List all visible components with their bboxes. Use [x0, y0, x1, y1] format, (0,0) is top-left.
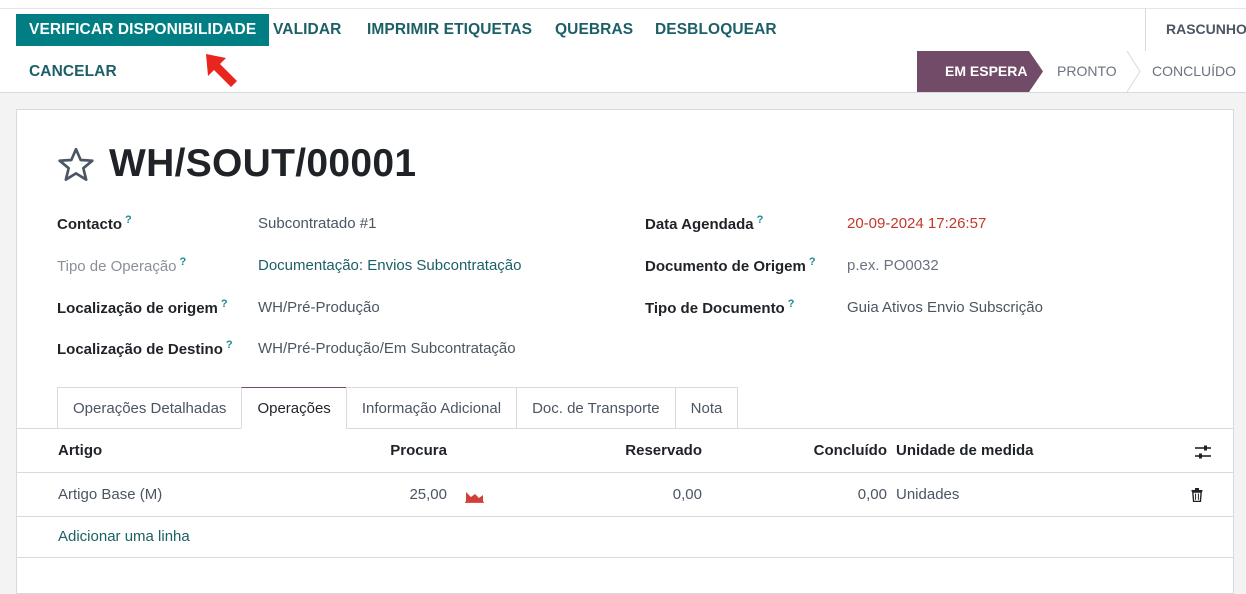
cell-reserved[interactable]: 0,00 [562, 486, 702, 503]
help-icon[interactable]: ? [221, 298, 228, 310]
field-label-contact: Contacto? [57, 214, 132, 233]
scrap-button[interactable]: QUEBRAS [555, 14, 633, 46]
field-value-operation-type[interactable]: Documentação: Envios Subcontratação [258, 257, 522, 274]
record-title: WH/SOUT/00001 [109, 142, 417, 185]
tab-note[interactable]: Nota [674, 387, 739, 429]
unlock-button[interactable]: DESBLOQUEAR [655, 14, 777, 46]
divider [0, 8, 1246, 9]
tab-operations[interactable]: Operações [241, 387, 346, 429]
notebook-tabs: Operações Detalhadas Operações Informaçã… [57, 387, 739, 429]
column-header-demand[interactable]: Procura [347, 442, 447, 459]
field-label-scheduled-date: Data Agendada? [645, 214, 764, 233]
cell-product[interactable]: Artigo Base (M) [58, 486, 162, 503]
status-done[interactable]: CONCLUÍDO [1152, 51, 1236, 92]
cell-done[interactable]: 0,00 [757, 486, 887, 503]
field-label-document-type: Tipo de Documento? [645, 298, 795, 317]
tab-additional-info[interactable]: Informação Adicional [345, 387, 517, 429]
chevron-right-icon [1126, 51, 1141, 92]
column-header-product[interactable]: Artigo [58, 442, 102, 459]
form-sheet: WH/SOUT/00001 Contacto? Subcontratado #1… [16, 109, 1234, 594]
help-icon[interactable]: ? [809, 256, 816, 268]
tab-transport-doc[interactable]: Doc. de Transporte [516, 387, 675, 429]
field-value-destination-location[interactable]: WH/Pré-Produção/Em Subcontratação [258, 340, 516, 357]
help-icon[interactable]: ? [180, 256, 187, 268]
control-panel: VERIFICAR DISPONIBILIDADE VALIDAR IMPRIM… [0, 0, 1246, 93]
check-availability-button[interactable]: VERIFICAR DISPONIBILIDADE [16, 14, 270, 46]
field-value-contact[interactable]: Subcontratado #1 [258, 215, 376, 232]
help-icon[interactable]: ? [125, 214, 132, 226]
cell-uom[interactable]: Unidades [896, 486, 959, 503]
table-row[interactable]: Artigo Base (M) 25,00 0,00 0,00 Unidades [17, 473, 1233, 517]
field-label-destination-location: Localização de Destino? [57, 339, 233, 358]
red-arrow-icon [206, 54, 237, 87]
field-value-scheduled-date[interactable]: 20-09-2024 17:26:57 [847, 215, 986, 232]
column-header-uom[interactable]: Unidade de medida [896, 442, 1034, 459]
area-chart-icon[interactable] [465, 489, 484, 503]
cancel-button[interactable]: CANCELAR [29, 56, 117, 88]
trash-icon[interactable] [1191, 488, 1203, 502]
table-header: Artigo Procura Reservado Concluído Unida… [17, 429, 1233, 473]
star-icon[interactable] [56, 145, 96, 185]
status-separator [1145, 8, 1146, 51]
help-icon[interactable]: ? [788, 298, 795, 310]
column-header-reserved[interactable]: Reservado [562, 442, 702, 459]
status-waiting: EM ESPERA [917, 51, 1043, 92]
sliders-icon[interactable] [1194, 444, 1212, 460]
status-draft: RASCUNHO [1166, 21, 1246, 37]
status-ready[interactable]: PRONTO [1057, 51, 1117, 92]
tab-detailed-operations[interactable]: Operações Detalhadas [57, 387, 242, 429]
cell-demand[interactable]: 25,00 [347, 486, 447, 503]
field-value-source-document[interactable]: p.ex. PO0032 [847, 257, 939, 274]
field-value-source-location[interactable]: WH/Pré-Produção [258, 299, 380, 316]
field-label-operation-type: Tipo de Operação? [57, 256, 187, 275]
field-label-source-location: Localização de origem? [57, 298, 228, 317]
print-labels-button[interactable]: IMPRIMIR ETIQUETAS [367, 14, 532, 46]
help-icon[interactable]: ? [226, 339, 233, 351]
column-header-done[interactable]: Concluído [757, 442, 887, 459]
validate-button[interactable]: VALIDAR [273, 14, 341, 46]
field-value-document-type[interactable]: Guia Ativos Envio Subscrição [847, 299, 1043, 316]
field-label-source-document: Documento de Origem? [645, 256, 816, 275]
help-icon[interactable]: ? [757, 214, 764, 226]
add-line-link[interactable]: Adicionar uma linha [58, 528, 190, 545]
add-line-row: Adicionar uma linha [17, 517, 1233, 558]
